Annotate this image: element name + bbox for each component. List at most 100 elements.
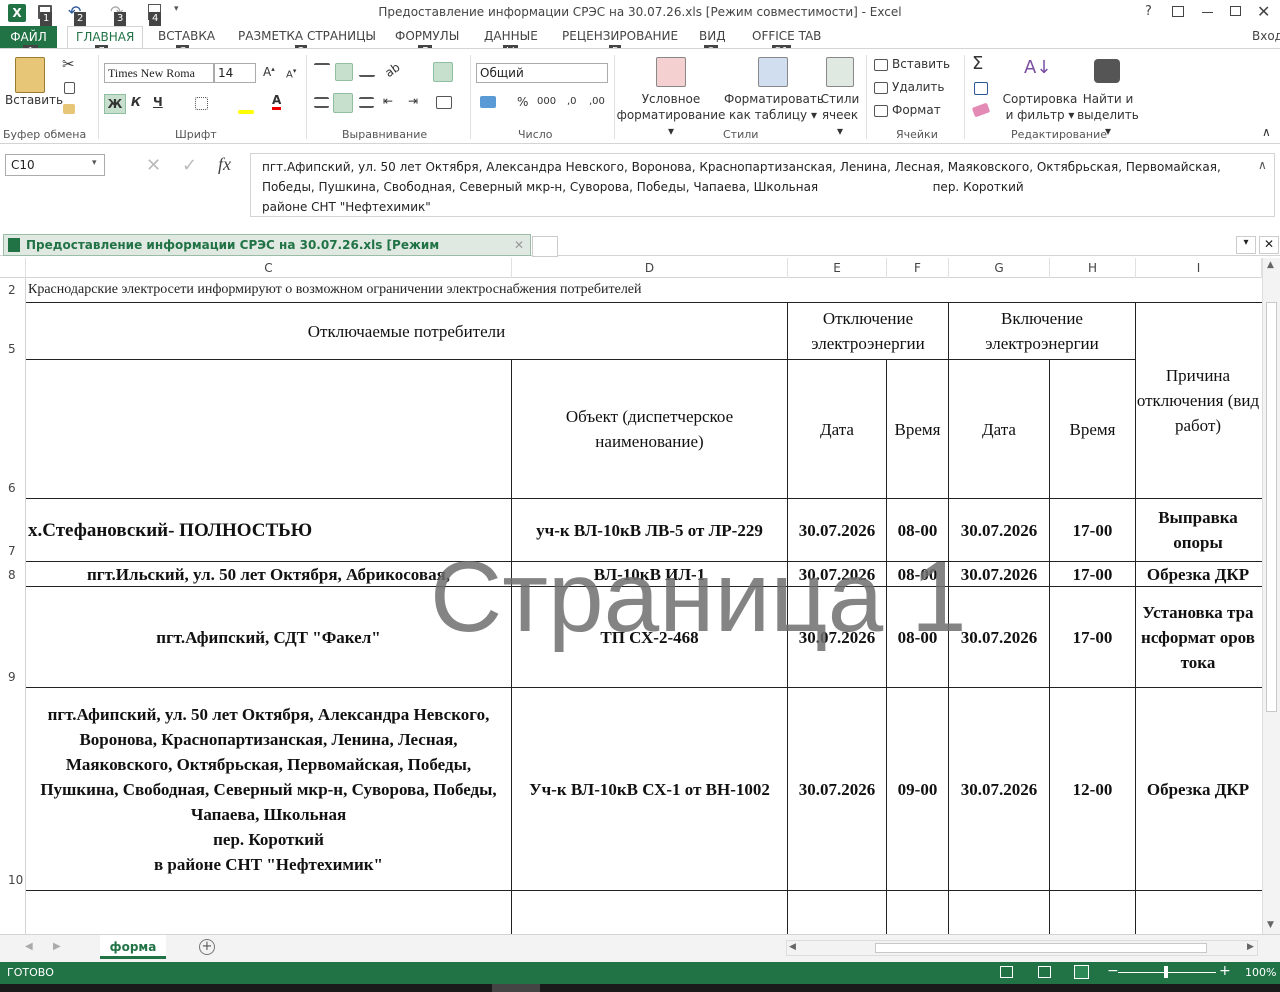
format-as-table-button[interactable]: Форматировать как таблицу ▾ [724,91,824,123]
autosum-icon[interactable]: Σ [972,53,983,74]
ribbon-display-icon[interactable] [1172,6,1184,17]
close-tab-icon[interactable]: ✕ [514,235,524,255]
bold-button[interactable]: Ж [104,94,126,114]
scroll-up-icon[interactable]: ▲ [1267,260,1274,270]
orientation-icon[interactable]: ab [382,60,402,80]
column-header-g[interactable]: G [949,258,1050,278]
align-middle-icon[interactable] [335,63,353,81]
fill-color-icon[interactable] [238,110,254,114]
next-sheet-icon[interactable]: ▶ [53,941,61,952]
page-break-view-icon[interactable] [1074,965,1089,979]
align-right-icon[interactable] [359,97,374,108]
column-header-d[interactable]: D [512,258,788,278]
row-header-7[interactable]: 7 [0,544,26,558]
insert-cells-icon[interactable] [874,59,888,71]
name-box[interactable]: C10 [5,154,105,176]
zoom-in-icon[interactable]: + [1219,963,1231,979]
row-header-8[interactable]: 8 [0,568,26,582]
hscroll-right-icon[interactable]: ▶ [1247,942,1254,952]
tab-page-layout[interactable]: РАЗМЕТКА СТРАНИЦЫ [238,29,376,43]
signin-link[interactable]: Вход [1252,29,1280,43]
hscroll-thumb[interactable] [875,943,1207,953]
wrap-text-icon[interactable] [433,62,453,82]
grow-font-icon[interactable]: A▴ [263,65,275,79]
help-button[interactable]: ? [1145,4,1152,19]
tab-office-tab[interactable]: OFFICE TAB [752,29,821,43]
tab-formulas[interactable]: ФОРМУЛЫ [395,29,459,43]
column-header-h[interactable]: H [1050,258,1136,278]
cell-styles-icon[interactable] [826,57,854,87]
row-header-9[interactable]: 9 [0,670,26,684]
cell-consumers[interactable]: пгт.Афипский, ул. 50 лет Октября, Алекса… [32,688,505,890]
italic-button[interactable]: К [131,95,141,109]
row-header-10[interactable]: 10 [0,873,26,887]
row-header-6[interactable]: 6 [0,481,26,495]
align-bottom-icon[interactable] [359,63,375,77]
add-sheet-icon[interactable]: + [199,939,215,955]
font-size-select[interactable]: 14 [214,63,256,83]
tab-review[interactable]: РЕЦЕНЗИРОВАНИЕ [562,29,678,43]
tab-view[interactable]: ВИД [699,29,726,43]
name-box-dropdown-icon[interactable]: ▾ [92,158,97,168]
insert-function-button[interactable]: fx [218,154,231,175]
select-all-corner[interactable] [0,258,26,278]
insert-cells-button[interactable]: Вставить [892,57,950,71]
zoom-level[interactable]: 100% [1245,966,1276,979]
clear-icon[interactable] [971,102,991,118]
normal-view-icon[interactable] [1000,966,1013,978]
row-header-2[interactable]: 2 [0,283,26,297]
percent-button[interactable]: % [517,95,528,109]
column-header-i[interactable]: I [1136,258,1262,278]
cancel-formula-icon[interactable]: ✕ [146,155,161,176]
conditional-formatting-icon[interactable] [656,57,686,87]
tab-list-dropdown-icon[interactable]: ▾ [1236,236,1256,254]
column-header-e[interactable]: E [788,258,887,278]
fill-icon[interactable] [974,82,988,95]
sort-filter-icon[interactable]: A↓ [1024,57,1051,78]
vertical-scrollbar[interactable]: ▲ ▼ [1262,258,1280,934]
page-layout-view-icon[interactable] [1038,966,1051,978]
expand-formula-icon[interactable]: ∧ [1258,158,1267,172]
font-name-select[interactable]: Times New Roma [104,63,214,83]
format-cells-button[interactable]: Формат [892,103,941,117]
align-top-icon[interactable] [314,63,330,77]
new-tab-button[interactable] [532,236,558,257]
close-icon[interactable]: ✕ [1257,2,1270,21]
close-workbook-icon[interactable]: ✕ [1259,236,1279,254]
collapse-ribbon-icon[interactable]: ∧ [1262,125,1271,139]
increase-indent-icon[interactable]: ⇥ [408,94,418,108]
restore-icon[interactable] [1230,6,1241,16]
sheet-tab-forma[interactable]: форма [100,935,166,959]
conditional-formatting-button[interactable]: Условное форматирование ▾ [616,91,726,139]
format-as-table-icon[interactable] [758,57,788,87]
underline-button[interactable]: Ч [153,95,163,109]
shrink-font-icon[interactable]: A▾ [286,67,296,80]
scroll-thumb[interactable] [1266,302,1277,712]
minimize-icon[interactable] [1202,12,1213,13]
zoom-slider-thumb[interactable] [1164,966,1168,978]
column-header-c[interactable]: C [26,258,512,278]
tab-insert[interactable]: ВСТАВКА [158,29,215,43]
scroll-down-icon[interactable]: ▼ [1267,920,1274,930]
formula-input[interactable]: пгт.Афипский, ул. 50 лет Октября, Алекса… [250,153,1275,217]
thousands-button[interactable]: 000 [537,96,556,107]
workbook-tab[interactable]: Предоставление информации СРЭС на 30.07.… [3,234,531,272]
decrease-decimal-icon[interactable]: ,00 [589,96,605,107]
paste-button[interactable]: Вставить [5,92,63,108]
borders-icon[interactable] [195,97,208,110]
align-center-icon[interactable] [333,93,353,113]
merge-center-icon[interactable] [436,96,452,109]
font-color-icon[interactable]: A [272,93,282,110]
row-header-5[interactable]: 5 [0,342,26,356]
enter-formula-icon[interactable]: ✓ [182,155,197,176]
cell-styles-button[interactable]: Стили ячеек ▾ [818,91,862,139]
currency-icon[interactable] [480,96,496,108]
prev-sheet-icon[interactable]: ◀ [25,941,33,952]
decrease-indent-icon[interactable]: ⇤ [383,94,393,108]
cut-icon[interactable]: ✂ [62,55,75,73]
delete-cells-button[interactable]: Удалить [892,80,945,94]
tab-data[interactable]: ДАННЫЕ [484,29,538,43]
hscroll-left-icon[interactable]: ◀ [789,942,796,952]
column-header-f[interactable]: F [887,258,949,278]
format-cells-icon[interactable] [874,105,888,117]
